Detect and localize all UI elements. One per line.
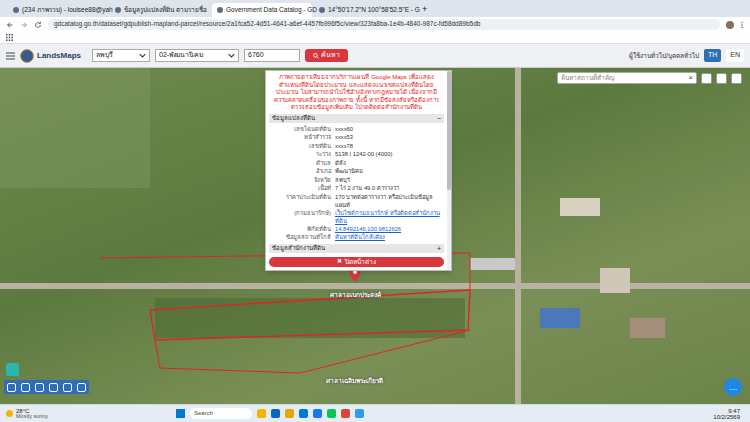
browser-tab[interactable]: 14°50'17.2"N 100°58'52.5"E - G xyxy=(314,3,414,17)
rect-tool-icon[interactable] xyxy=(63,383,72,392)
detail-value: ลพบุรี xyxy=(335,176,444,185)
forward-icon[interactable] xyxy=(20,21,28,29)
taskbar-app-icon[interactable] xyxy=(355,409,364,418)
menu-dots-icon[interactable] xyxy=(740,21,744,29)
new-tab-button[interactable]: + xyxy=(416,5,433,17)
taskbar-app-icon[interactable] xyxy=(341,409,350,418)
detail-link[interactable]: ค้นหาที่ดินใกล้เคียง xyxy=(335,233,444,242)
app-header: LandsMaps ลพบุรี 02-พัฒนานิคม 6760 ค้นหา ผู้ใ… xyxy=(0,44,750,68)
sun-icon xyxy=(6,410,13,417)
grid-icon[interactable] xyxy=(716,73,727,84)
detail-row: อำเภอพัฒนานิคม xyxy=(269,167,444,176)
taskbar-search[interactable]: Search xyxy=(190,408,252,419)
detail-row: ข้อมูลสถานที่ใกล้ค้นหาที่ดินใกล้เคียง xyxy=(269,233,444,242)
circle-tool-icon[interactable] xyxy=(77,383,86,392)
detail-value: ดีลัง xyxy=(335,159,444,168)
parcel-details: เลขโฉนดที่ดินxxxx60หน้าสำรวจxxxx53เลขที่… xyxy=(269,125,444,242)
parcel-popup: ภาพถ่ายดาวเทียมจากบริการแผนที่ Google Ma… xyxy=(265,70,452,271)
favicon-icon xyxy=(217,7,223,13)
layers-icon[interactable] xyxy=(731,73,742,84)
detail-row: เลขโฉนดที่ดินxxxx60 xyxy=(269,125,444,134)
section-header[interactable]: ข้อมูลแปลงที่ดิน− xyxy=(269,114,444,123)
browser-tab[interactable]: (234 ภาพรวม) - louisee88@yah xyxy=(8,3,108,17)
profile-icon[interactable] xyxy=(726,21,734,29)
detail-row: (กรมธนารักษ์)เว็บไซต์กรมธนารักษ์ หรือติด… xyxy=(269,209,444,225)
detail-row: พิกัดที่ดิน14.8492146,100.9812626 xyxy=(269,225,444,234)
detail-row: เนื้อที่7 ไร่ 2 งาน 49.0 ตารางวา xyxy=(269,184,444,193)
back-icon[interactable] xyxy=(6,21,14,29)
home-icon[interactable] xyxy=(701,73,712,84)
hamburger-icon[interactable] xyxy=(6,52,15,60)
detail-row: จังหวัดลพบุรี xyxy=(269,176,444,185)
taskbar-app-icon[interactable] xyxy=(299,409,308,418)
office-header[interactable]: ข้อมูลสำนักงานที่ดิน+ xyxy=(269,244,444,253)
weather-widget[interactable]: 28°CMostly sunny xyxy=(6,408,176,420)
detail-value: xxxx53 xyxy=(335,133,444,142)
search-button[interactable]: ค้นหา xyxy=(305,49,348,62)
logo[interactable]: LandsMaps xyxy=(20,49,81,63)
logo-icon xyxy=(20,49,34,63)
map-label: ศาลาอเนกประสงค์ xyxy=(330,290,381,300)
reload-icon[interactable] xyxy=(34,21,42,29)
clock[interactable]: 9:4710/2/2569 xyxy=(713,408,744,420)
pointer-tool-icon[interactable] xyxy=(7,383,16,392)
apps-grid-icon[interactable] xyxy=(6,34,13,41)
detail-row: เลขที่ดินxxxx78 xyxy=(269,142,444,151)
detail-value: 170 บาทต่อตารางวา หรือประเมินข้อมูลแผนที… xyxy=(335,193,444,209)
taskbar-app-icon[interactable] xyxy=(285,409,294,418)
detail-row: ตำบลดีลัง xyxy=(269,159,444,168)
chevron-down-icon xyxy=(139,52,146,59)
detail-value: xxxx60 xyxy=(335,125,444,134)
line-tool-icon[interactable] xyxy=(35,383,44,392)
favicon-icon xyxy=(13,7,19,13)
taskbar-app-icon[interactable] xyxy=(327,409,336,418)
detail-link[interactable]: 14.8492146,100.9812626 xyxy=(335,225,444,234)
url-field[interactable]: gdcatalog.go.th/dataset/gdpublish-maplan… xyxy=(48,19,720,30)
detail-value: พัฒนานิคม xyxy=(335,167,444,176)
popup-scrollbar[interactable] xyxy=(447,71,451,270)
parcel-input[interactable]: 6760 xyxy=(244,49,300,62)
screen: (234 ภาพรวม) - louisee88@yahข้อมูลรูปแปล… xyxy=(0,0,750,422)
close-button[interactable]: ✖ปิดหน้าต่าง xyxy=(269,257,444,267)
favicon-icon xyxy=(319,7,325,13)
language-button[interactable]: EN xyxy=(726,49,744,62)
pin-tool-icon[interactable] xyxy=(21,383,30,392)
tab-bar: (234 ภาพรวม) - louisee88@yahข้อมูลรูปแปล… xyxy=(0,0,750,17)
map-label: ศาลาเฉลิมพระเกียรติ xyxy=(326,376,383,386)
address-bar: gdcatalog.go.th/dataset/gdpublish-maplan… xyxy=(0,17,750,32)
province-select[interactable]: ลพบุรี xyxy=(92,49,150,62)
detail-link[interactable]: เว็บไซต์กรมธนารักษ์ หรือติดต่อสำนักงานที… xyxy=(335,209,444,225)
taskbar-app-icon[interactable] xyxy=(271,409,280,418)
browser-tab[interactable]: ข้อมูลรูปแปลงที่ดิน ตามรายชื่อ xyxy=(110,3,210,17)
place-search[interactable]: ค้นหาสถานที่สำคัญ× xyxy=(557,72,697,84)
detail-row: ราคาประเมินที่ดิน170 บาทต่อตารางวา หรือป… xyxy=(269,193,444,209)
language-button[interactable]: TH xyxy=(704,49,721,62)
detail-value: 5138 I 1242-00 (4000) xyxy=(335,150,444,159)
user-label: ผู้ใช้งานทั่วไป/บุคคลทั่วไป xyxy=(629,51,699,61)
map-toolbar xyxy=(4,380,89,394)
taskbar-app-icon[interactable] xyxy=(257,409,266,418)
browser-tab[interactable]: Government Data Catalog - GD xyxy=(212,3,312,17)
chevron-down-icon xyxy=(228,52,235,59)
chat-button[interactable]: … xyxy=(724,378,742,396)
favicon-icon xyxy=(115,7,121,13)
taskbar: 28°CMostly sunny Search 9:4710/2/2569 xyxy=(0,404,750,422)
detail-row: ระวาง5138 I 1242-00 (4000) xyxy=(269,150,444,159)
locate-tool-icon[interactable] xyxy=(6,363,19,376)
district-select[interactable]: 02-พัฒนานิคม xyxy=(155,49,239,62)
detail-value: 7 ไร่ 2 งาน 49.0 ตารางวา xyxy=(335,184,444,193)
popup-warning: ภาพถ่ายดาวเทียมจากบริการแผนที่ Google Ma… xyxy=(269,74,444,112)
taskbar-app-icon[interactable] xyxy=(313,409,322,418)
detail-value: xxxx78 xyxy=(335,142,444,151)
polygon-tool-icon[interactable] xyxy=(49,383,58,392)
bookmark-bar xyxy=(0,32,750,44)
map[interactable]: ศาลาอเนกประสงค์ศาลาเฉลิมพระเกียรติ ภาพถ่า… xyxy=(0,68,750,404)
start-icon[interactable] xyxy=(176,409,185,418)
detail-row: หน้าสำรวจxxxx53 xyxy=(269,133,444,142)
search-icon xyxy=(313,53,319,59)
